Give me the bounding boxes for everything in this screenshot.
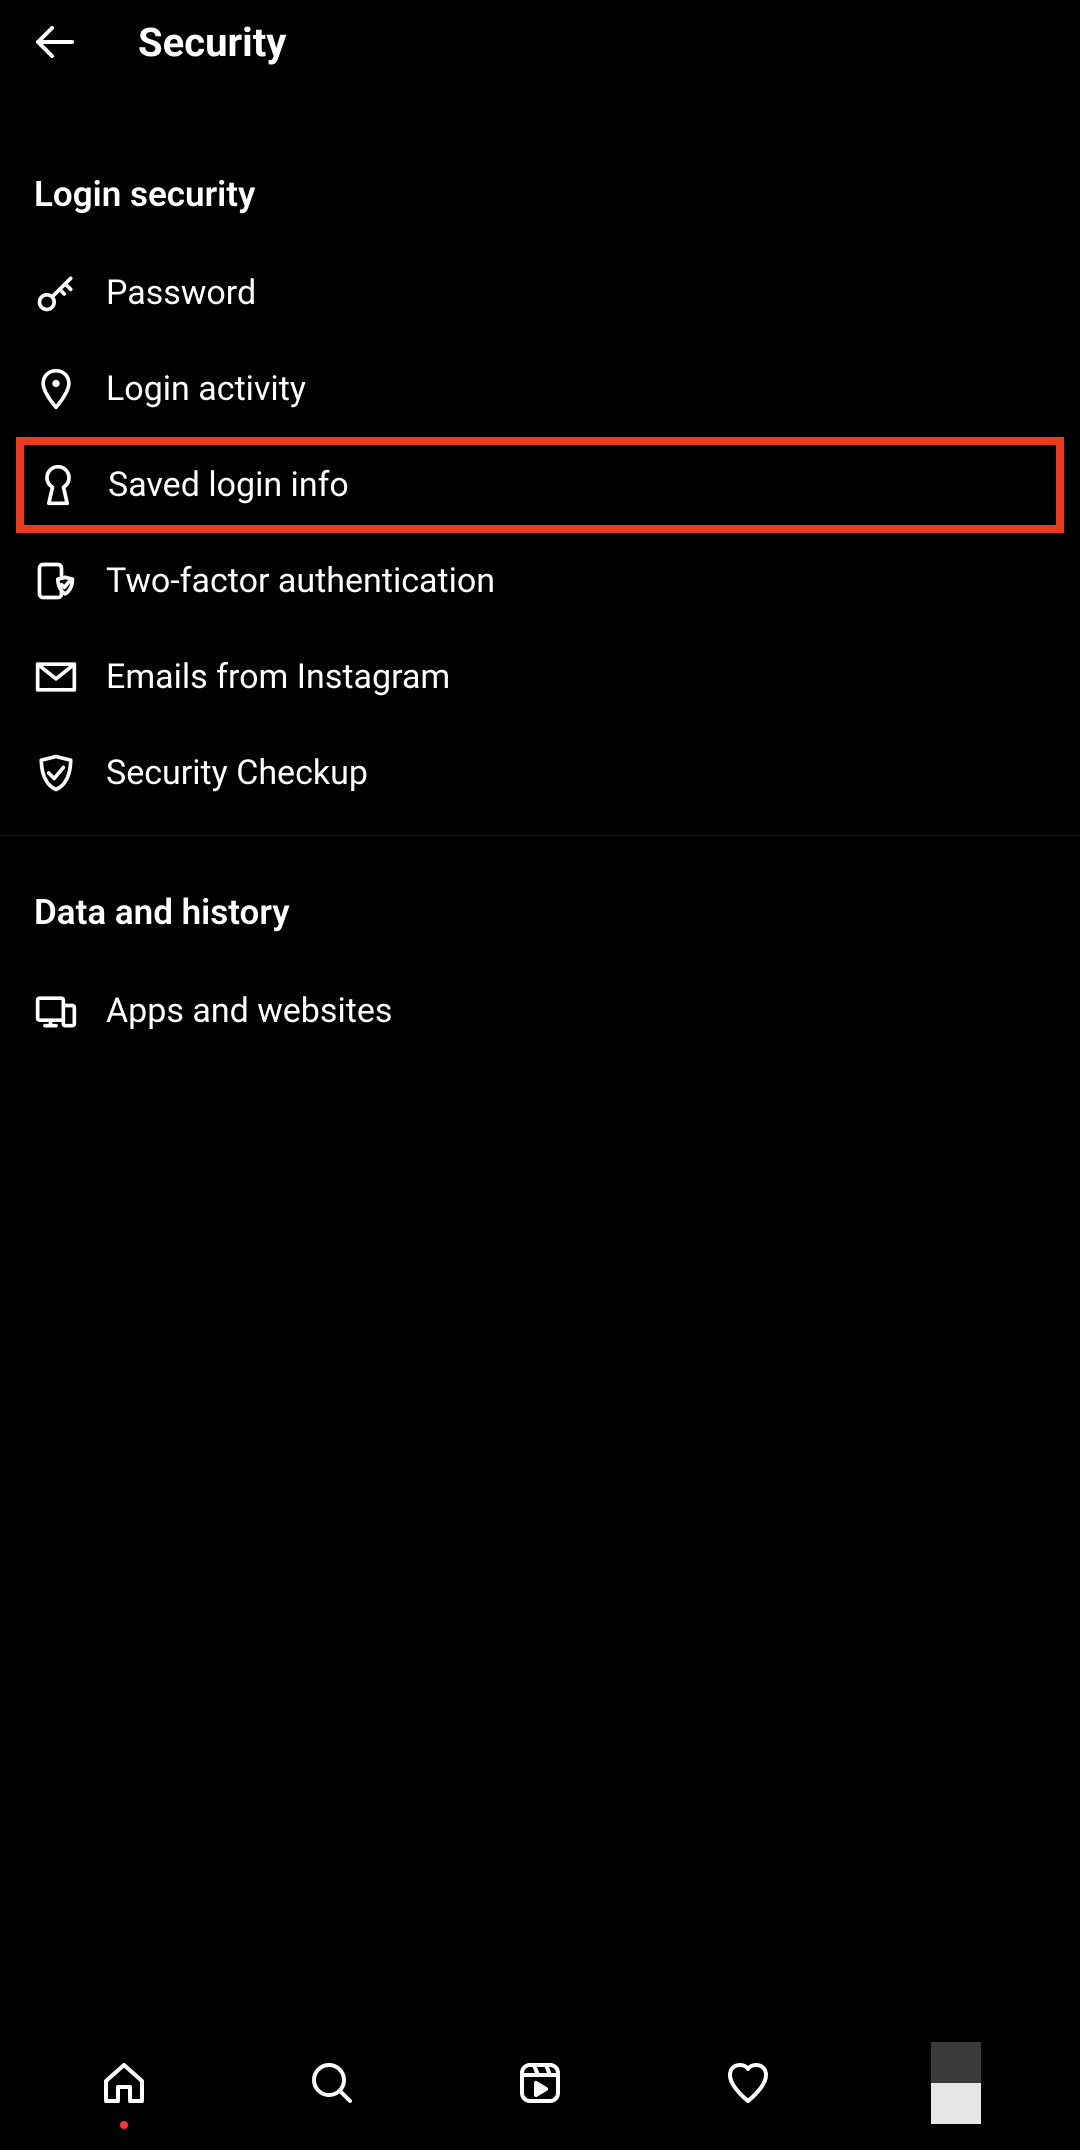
menu-item-two-factor[interactable]: Two-factor authentication xyxy=(34,533,1046,629)
menu-label: Emails from Instagram xyxy=(106,657,450,697)
section-header-data-history: Data and history xyxy=(34,836,1046,963)
menu-item-login-activity[interactable]: Login activity xyxy=(34,341,1046,437)
nav-reels[interactable] xyxy=(508,2051,572,2115)
menu-label: Two-factor authentication xyxy=(106,561,495,601)
page-title: Security xyxy=(138,19,286,66)
menu-label: Password xyxy=(106,273,256,313)
reels-icon xyxy=(516,2059,564,2107)
location-pin-icon xyxy=(34,367,78,411)
key-icon xyxy=(34,271,78,315)
arrow-left-icon xyxy=(30,17,78,67)
menu-item-password[interactable]: Password xyxy=(34,245,1046,341)
device-shield-icon xyxy=(34,559,78,603)
mail-icon xyxy=(34,655,78,699)
home-icon xyxy=(100,2059,148,2107)
heart-icon xyxy=(724,2059,772,2107)
menu-label: Apps and websites xyxy=(106,991,392,1031)
menu-item-apps-websites[interactable]: Apps and websites xyxy=(34,963,1046,1059)
section-login-security: Login security Password Login activity xyxy=(0,84,1080,821)
shield-check-icon xyxy=(34,751,78,795)
app-header: Security xyxy=(0,0,1080,84)
menu-item-emails[interactable]: Emails from Instagram xyxy=(34,629,1046,725)
nav-home[interactable] xyxy=(92,2051,156,2115)
search-icon xyxy=(308,2059,356,2107)
menu-item-security-checkup[interactable]: Security Checkup xyxy=(34,725,1046,821)
keyhole-icon xyxy=(36,463,80,507)
section-data-history: Data and history Apps and websites xyxy=(0,836,1080,1059)
section-header-login-security: Login security xyxy=(34,84,1046,245)
nav-search[interactable] xyxy=(300,2051,364,2115)
nav-activity[interactable] xyxy=(716,2051,780,2115)
bottom-navigation xyxy=(0,2016,1080,2150)
back-button[interactable] xyxy=(30,18,78,66)
profile-icon xyxy=(931,2042,981,2124)
menu-label: Saved login info xyxy=(108,465,349,505)
menu-label: Login activity xyxy=(106,369,306,409)
nav-profile[interactable] xyxy=(924,2051,988,2115)
devices-icon xyxy=(34,989,78,1033)
notification-dot xyxy=(120,2121,128,2129)
menu-item-saved-login-info[interactable]: Saved login info xyxy=(16,437,1064,533)
menu-label: Security Checkup xyxy=(106,753,368,793)
